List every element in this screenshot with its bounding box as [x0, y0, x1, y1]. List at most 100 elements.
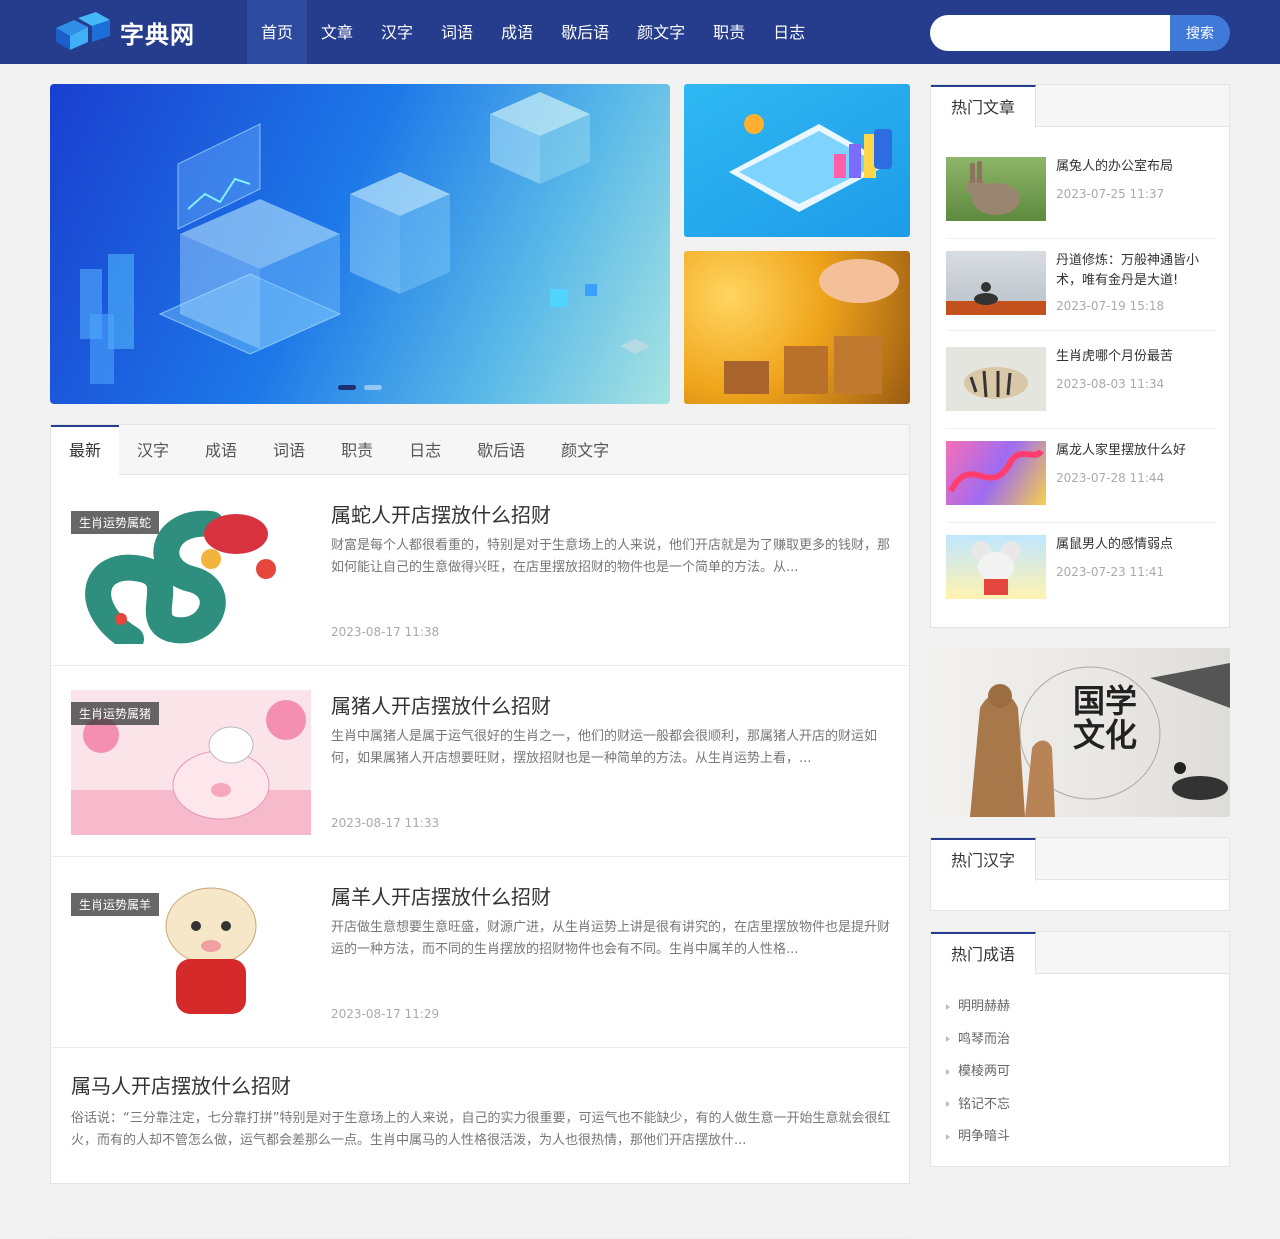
hot-chars-heading[interactable]: 热门汉字 — [931, 838, 1037, 881]
hot-article-title[interactable]: 属龙人家里摆放什么好 — [1056, 441, 1216, 461]
idiom-item[interactable]: 铭记不忘 — [946, 1090, 1214, 1123]
article-tabs-panel: 最新 汉字 成语 词语 职责 日志 歇后语 颜文字 生肖运势属蛇 属蛇人开店摆放… — [50, 424, 910, 1239]
caret-right-icon — [946, 1101, 950, 1107]
article-thumbnail[interactable]: 生肖运势属羊 — [71, 881, 311, 1026]
article-item[interactable]: 属马人开店摆放什么招财 俗话说：“三分靠注定，七分靠打拼”特别是对于生意场上的人… — [51, 1048, 909, 1239]
feature-image-coins[interactable] — [684, 251, 910, 404]
hero-slider[interactable] — [50, 84, 670, 404]
nav-item-xiehouyu[interactable]: 歇后语 — [547, 0, 623, 64]
search-input[interactable] — [930, 15, 1170, 51]
mouse-image — [971, 541, 1021, 595]
hot-article-item[interactable]: 属龙人家里摆放什么好 2023-07-28 11:44 — [946, 441, 1216, 523]
dragon-image — [948, 449, 1044, 493]
tab-hanzi[interactable]: 汉字 — [119, 425, 187, 475]
nav-item-idioms[interactable]: 成语 — [487, 0, 547, 64]
hot-article-date: 2023-07-23 11:41 — [1056, 565, 1165, 579]
article-title[interactable]: 属蛇人开店摆放什么招财 — [331, 499, 551, 528]
article-date: 2023-08-17 11:38 — [331, 625, 440, 639]
idiom-label[interactable]: 铭记不忘 — [958, 1097, 1010, 1112]
idiom-item[interactable]: 模棱两可 — [946, 1057, 1214, 1090]
hot-article-item[interactable]: 丹道修炼：万般神通皆小术，唯有金丹是大道! 2023-07-19 15:18 — [946, 251, 1216, 331]
tab-logs[interactable]: 日志 — [391, 425, 459, 475]
nav-item-duties[interactable]: 职责 — [699, 0, 759, 64]
site-header: 字典网 首页 文章 汉字 词语 成语 歇后语 颜文字 职责 日志 搜索 — [0, 0, 1280, 64]
idiom-label[interactable]: 模棱两可 — [958, 1064, 1010, 1079]
hot-idioms-panel: 热门成语 明明赫赫 鸣琴而治 模棱两可 铭记不忘 明争暗斗 — [930, 931, 1230, 1167]
hot-article-date: 2023-07-28 11:44 — [1056, 471, 1165, 485]
hot-article-thumbnail[interactable] — [946, 441, 1046, 505]
idiom-item[interactable]: 明争暗斗 — [946, 1122, 1214, 1155]
article-summary: 财富是每个人都很看重的，特别是对于生意场上的人来说，他们开店就是为了赚取更多的钱… — [331, 538, 891, 575]
article-item[interactable]: 生肖运势属蛇 属蛇人开店摆放什么招财 财富是每个人都很看重的，特别是对于生意场上… — [51, 475, 909, 666]
site-logo[interactable]: 字典网 — [52, 12, 195, 52]
search-bar: 搜索 — [930, 15, 1230, 51]
article-title[interactable]: 属羊人开店摆放什么招财 — [331, 881, 551, 910]
category-badge[interactable]: 生肖运势属猪 — [71, 702, 160, 725]
tab-xiehouyu[interactable]: 歇后语 — [459, 425, 543, 475]
article-summary: 生肖中属猪人是属于运气很好的生肖之一，他们的财运一般都会很顺利，那属猪人开店的财… — [331, 729, 878, 766]
idiom-label[interactable]: 鸣琴而治 — [958, 1032, 1010, 1047]
article-summary: 开店做生意想要生意旺盛，财源广进，从生肖运势上讲是很有讲究的，在店里摆放物件也是… — [331, 920, 891, 957]
article-tabs: 最新 汉字 成语 词语 职责 日志 歇后语 颜文字 — [51, 425, 909, 476]
idiom-item[interactable]: 明明赫赫 — [946, 992, 1214, 1025]
caret-right-icon — [946, 1068, 950, 1075]
tab-words[interactable]: 词语 — [255, 425, 323, 475]
logo-text: 字典网 — [120, 19, 195, 49]
hot-article-date: 2023-07-25 11:37 — [1056, 187, 1165, 201]
hot-article-thumbnail[interactable] — [946, 251, 1046, 315]
hot-article-item[interactable]: 属鼠男人的感情弱点 2023-07-23 11:41 — [946, 535, 1216, 617]
hot-articles-panel: 热门文章 属兔人的办公室布局 2023-07-25 11:37 丹道修炼：万般神… — [930, 84, 1230, 628]
caret-right-icon — [946, 1036, 950, 1042]
article-title[interactable]: 属猪人开店摆放什么招财 — [331, 690, 551, 719]
hot-article-item[interactable]: 生肖虎哪个月份最苦 2023-08-03 11:34 — [946, 347, 1216, 429]
article-item[interactable]: 生肖运势属猪 属猪人开店摆放什么招财 生肖中属猪人是属于运气很好的生肖之一，他们… — [51, 666, 909, 857]
search-button[interactable]: 搜索 — [1170, 15, 1230, 51]
hot-article-title[interactable]: 属鼠男人的感情弱点 — [1056, 535, 1216, 555]
tab-idioms[interactable]: 成语 — [187, 425, 255, 475]
idiom-label[interactable]: 明明赫赫 — [958, 999, 1010, 1014]
tiger-image — [964, 367, 1028, 399]
hot-article-title[interactable]: 属兔人的办公室布局 — [1056, 157, 1216, 177]
nav-item-logs[interactable]: 日志 — [759, 0, 819, 64]
coins-illustration — [724, 259, 899, 394]
hot-idioms-heading[interactable]: 热门成语 — [931, 932, 1037, 975]
hot-article-title[interactable]: 生肖虎哪个月份最苦 — [1056, 347, 1216, 367]
article-thumbnail[interactable]: 生肖运势属蛇 — [71, 499, 311, 644]
article-summary: 俗话说：“三分靠注定，七分靠打拼”特别是对于生意场上的人来说，自己的实力很重要，… — [71, 1111, 891, 1148]
slider-dot-1[interactable] — [338, 385, 356, 390]
hot-article-thumbnail[interactable] — [946, 535, 1046, 599]
article-date: 2023-08-17 11:29 — [331, 1007, 440, 1021]
slider-dot-2[interactable] — [364, 385, 382, 390]
caret-right-icon — [946, 1003, 950, 1010]
article-thumbnail[interactable]: 生肖运势属猪 — [71, 690, 311, 835]
caret-right-icon — [946, 1133, 950, 1140]
hero-illustration — [80, 92, 650, 384]
nav-item-words[interactable]: 词语 — [427, 0, 487, 64]
hot-article-thumbnail[interactable] — [946, 347, 1046, 411]
nav-item-articles[interactable]: 文章 — [307, 0, 367, 64]
tab-duties[interactable]: 职责 — [323, 425, 391, 475]
hot-article-title[interactable]: 丹道修炼：万般神通皆小术，唯有金丹是大道! — [1056, 251, 1216, 291]
feature-image-phone-data[interactable] — [684, 84, 910, 237]
phone-illustration — [729, 114, 892, 212]
article-date: 2023-08-17 11:33 — [331, 816, 440, 830]
nav-item-home[interactable]: 首页 — [247, 0, 308, 64]
idiom-list: 明明赫赫 鸣琴而治 模棱两可 铭记不忘 明争暗斗 — [931, 974, 1229, 1155]
hot-article-thumbnail[interactable] — [946, 157, 1046, 221]
hot-articles-heading[interactable]: 热门文章 — [931, 85, 1037, 128]
category-badge[interactable]: 生肖运势属蛇 — [71, 511, 160, 534]
hot-article-date: 2023-08-03 11:34 — [1056, 377, 1165, 391]
nav-item-hanzi[interactable]: 汉字 — [367, 0, 427, 64]
article-item[interactable]: 生肖运势属羊 属羊人开店摆放什么招财 开店做生意想要生意旺盛，财源广进，从生肖运… — [51, 857, 909, 1048]
hot-article-date: 2023-07-19 15:18 — [1056, 299, 1165, 313]
idiom-label[interactable]: 明争暗斗 — [958, 1129, 1010, 1144]
category-badge[interactable]: 生肖运势属羊 — [71, 893, 160, 916]
guoxue-banner[interactable]: 国学文化 — [930, 648, 1230, 817]
main-nav: 首页 文章 汉字 词语 成语 歇后语 颜文字 职责 日志 — [247, 0, 819, 64]
tab-latest[interactable]: 最新 — [51, 425, 120, 476]
nav-item-kaomoji[interactable]: 颜文字 — [623, 0, 699, 64]
tab-kaomoji[interactable]: 颜文字 — [543, 425, 627, 475]
hot-article-item[interactable]: 属兔人的办公室布局 2023-07-25 11:37 — [946, 157, 1216, 239]
idiom-item[interactable]: 鸣琴而治 — [946, 1025, 1214, 1058]
article-title[interactable]: 属马人开店摆放什么招财 — [71, 1070, 291, 1099]
